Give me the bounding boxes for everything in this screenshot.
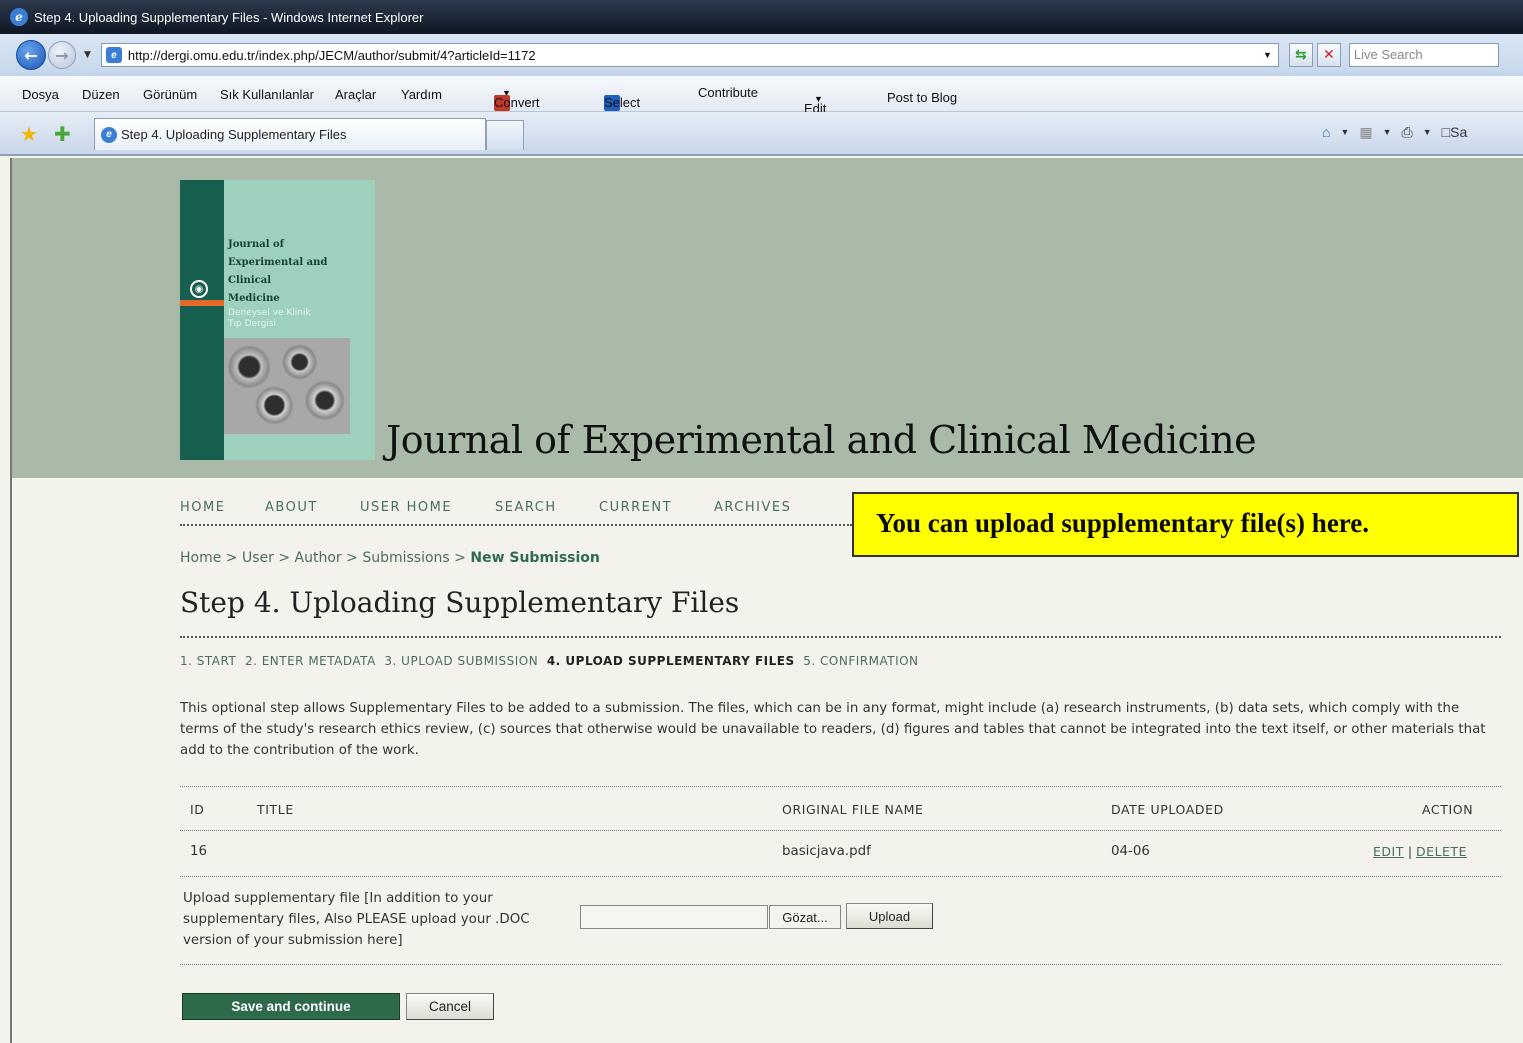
print-dropdown-icon[interactable]: ▼ [1423,124,1432,141]
command-bar: ⌂ ▼ ▦ ▼ ⎙ ▼ □Sa [1322,124,1467,141]
nav-user-home[interactable]: USER HOME [360,500,452,515]
breadcrumb-author[interactable]: Author [295,550,342,566]
favorites-star-icon[interactable]: ★ [20,122,38,146]
browse-button[interactable]: Gözat... [769,905,841,929]
row-id: 16 [190,844,208,859]
cover-title: Journal of Experimental and Clinical Med… [228,239,328,304]
refresh-button[interactable]: ⇆ [1288,43,1313,67]
stop-button[interactable]: ✕ [1316,43,1341,67]
menu-item-file[interactable]: Dosya [22,87,59,102]
menu-bar: Dosya Düzen Görünüm Sık Kullanılanlar Ar… [0,76,1523,116]
row-actions: EDIT | DELETE [1373,844,1467,859]
breadcrumb-home[interactable]: Home [180,550,221,566]
home-dropdown-icon[interactable]: ▼ [1340,124,1349,141]
breadcrumb-user[interactable]: User [242,550,274,566]
menu-item-edit[interactable]: Düzen [82,87,120,102]
menu-item-tools[interactable]: Araçlar [335,87,376,102]
window-title: Step 4. Uploading Supplementary Files - … [34,9,424,25]
history-dropdown-icon[interactable]: ▼ [84,50,91,60]
nav-current[interactable]: CURRENT [599,500,672,515]
page-title: Step 4. Uploading Supplementary Files [180,586,740,619]
university-emblem-icon: ◉ [190,280,208,298]
row-date: 04-06 [1111,844,1150,859]
table-header-divider [180,830,1501,831]
submission-steps: 1. START 2. ENTER METADATA 3. UPLOAD SUB… [180,654,919,668]
convert-button[interactable]: Convert ▼ [494,84,540,111]
table-bottom-divider [180,876,1501,877]
upload-button[interactable]: Upload [846,903,933,929]
address-dropdown-icon[interactable]: ▼ [1263,50,1272,60]
internet-explorer-icon: e [10,8,28,26]
row-file-name: basicjava.pdf [782,844,871,859]
breadcrumb-submissions[interactable]: Submissions [362,550,449,566]
forward-button[interactable]: → [48,41,76,69]
upload-label: Upload supplementary file [In addition t… [183,891,530,948]
col-header-date: DATE UPLOADED [1111,802,1224,817]
col-header-title: TITLE [257,802,294,817]
home-icon[interactable]: ⌂ [1322,124,1330,141]
nav-home[interactable]: HOME [180,500,225,515]
menu-item-help[interactable]: Yardım [401,87,442,102]
nav-divider [180,524,852,526]
tab-label: Step 4. Uploading Supplementary Files [121,127,347,142]
breadcrumb-current[interactable]: New Submission [470,550,600,566]
address-field[interactable]: e http://dergi.omu.edu.tr/index.php/JECM… [100,43,1279,67]
feeds-icon[interactable]: ▦ [1359,124,1372,141]
edit-button[interactable]: Edit ▼ [804,90,826,116]
save-and-continue-button[interactable]: Save and continue [182,993,400,1020]
nav-about[interactable]: ABOUT [265,500,318,515]
tab-bar: ★ ✚ e Step 4. Uploading Supplementary Fi… [0,112,1523,156]
back-button[interactable]: ← [16,40,46,70]
window-titlebar: e Step 4. Uploading Supplementary Files … [0,0,1523,34]
add-favorite-icon[interactable]: ✚ [54,122,71,146]
col-header-id: ID [190,802,205,817]
new-tab-button[interactable] [486,120,524,150]
journal-title: Journal of Experimental and Clinical Med… [386,418,1257,462]
nav-archives[interactable]: ARCHIVES [714,500,791,515]
step-upload-submission[interactable]: 3. UPLOAD SUBMISSION [384,654,538,668]
step-upload-supplementary: 4. UPLOAD SUPPLEMENTARY FILES [546,654,795,668]
cancel-button[interactable]: Cancel [406,993,494,1020]
page-content: ◉ Journal of Experimental and Clinical M… [10,158,1523,1043]
address-toolbar: ← → ▼ e http://dergi.omu.edu.tr/index.ph… [0,34,1523,76]
upload-divider [180,964,1501,965]
col-header-action: ACTION [1422,802,1474,817]
cover-micrograph [224,338,350,434]
print-icon[interactable]: ⎙ [1402,124,1413,141]
nav-search[interactable]: SEARCH [495,500,557,515]
file-path-input[interactable] [580,905,768,929]
delete-link[interactable]: DELETE [1416,844,1467,859]
col-header-file-name: ORIGINAL FILE NAME [782,802,924,817]
journal-header: ◉ Journal of Experimental and Clinical M… [12,158,1523,478]
step-enter-metadata[interactable]: 2. ENTER METADATA [245,654,376,668]
edit-link[interactable]: EDIT [1373,844,1404,859]
tab-page-icon: e [101,126,117,143]
step-start[interactable]: 1. START [180,654,236,668]
url-text[interactable]: http://dergi.omu.edu.tr/index.php/JECM/a… [128,48,1263,63]
annotation-callout: You can upload supplementary file(s) her… [852,492,1519,557]
cover-subtitle: Deneysel ve Klinik Tıp Dergisi [228,308,311,329]
live-search-input[interactable]: Live Search [1348,43,1499,67]
menu-item-view[interactable]: Görünüm [143,87,197,102]
page-icon: e [105,47,122,63]
post-to-blog-button[interactable]: Post to Blog [887,90,957,105]
feeds-dropdown-icon[interactable]: ▼ [1383,124,1392,141]
breadcrumb: Home > User > Author > Submissions > New… [180,550,600,566]
page-menu-icon[interactable]: □Sa [1442,124,1468,141]
journal-cover-image: ◉ Journal of Experimental and Clinical M… [180,180,375,460]
contribute-button[interactable]: Contribute [698,85,758,100]
table-top-divider [180,786,1501,787]
intro-text: This optional step allows Supplementary … [180,701,1486,758]
step-confirmation: 5. CONFIRMATION [803,654,919,668]
menu-item-favorites[interactable]: Sık Kullanılanlar [220,87,314,102]
title-divider [180,636,1501,638]
tab-active[interactable]: e Step 4. Uploading Supplementary Files [94,118,486,150]
